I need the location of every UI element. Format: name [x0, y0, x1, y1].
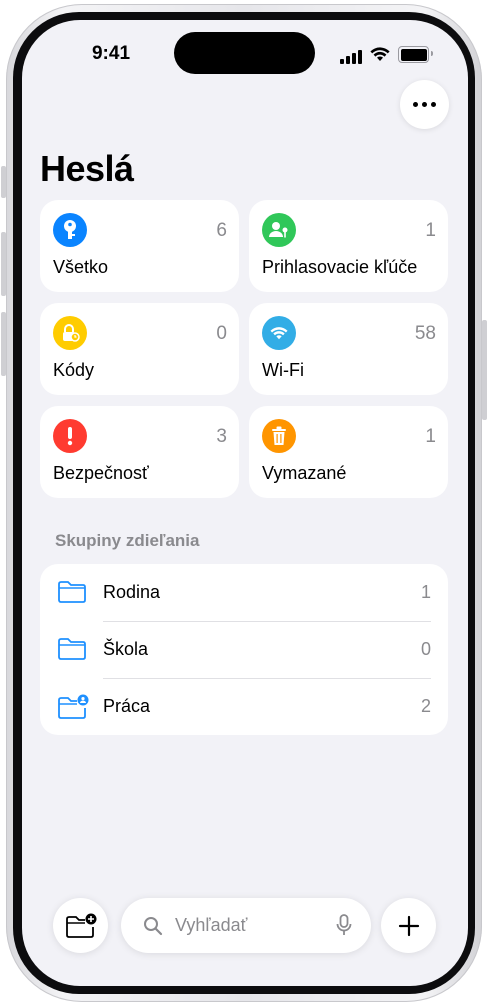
wifi-icon — [262, 316, 296, 350]
category-label: Všetko — [53, 257, 109, 277]
category-card-deleted[interactable]: 1 Vymazané — [249, 406, 448, 498]
wifi-status-icon — [370, 47, 390, 61]
trash-icon — [262, 419, 296, 453]
magnifier-icon — [144, 917, 163, 936]
category-count: 0 — [216, 323, 227, 344]
screen: 9:41 Heslá 6 Všetko 1 Prihlasovacie kľúč… — [22, 20, 468, 986]
group-count: 2 — [420, 696, 431, 716]
group-row-rodina[interactable]: Rodina 1 — [40, 564, 448, 621]
folder-icon — [58, 638, 86, 660]
group-row-skola[interactable]: Škola 0 — [40, 621, 448, 678]
folder-icon — [58, 581, 86, 603]
category-label: Prihlasovacie kľúče — [262, 257, 418, 277]
exclamation-icon — [53, 419, 87, 453]
category-card-security[interactable]: 3 Bezpečnosť — [40, 406, 239, 498]
new-group-button[interactable] — [53, 898, 108, 953]
category-card-wifi[interactable]: 58 Wi-Fi — [249, 303, 448, 395]
status-time: 9:41 — [91, 43, 131, 64]
folder-person-icon — [58, 694, 89, 719]
key-icon — [53, 213, 87, 247]
more-options-button[interactable] — [400, 80, 449, 129]
category-count: 58 — [414, 323, 436, 344]
section-header-shared-groups: Skupiny zdieľania — [55, 531, 200, 550]
side-button-left-3 — [1, 312, 6, 376]
group-name: Práca — [103, 696, 151, 716]
passkey-person-icon — [262, 213, 296, 247]
search-placeholder: Vyhľadať — [175, 915, 248, 935]
dynamic-island — [174, 32, 315, 74]
lock-clock-icon — [53, 316, 87, 350]
category-label: Kódy — [53, 360, 95, 380]
plus-icon — [398, 915, 419, 936]
group-name: Škola — [103, 639, 149, 659]
side-button-left — [1, 166, 6, 198]
group-count: 0 — [420, 639, 431, 659]
group-row-praca[interactable]: Práca 2 — [40, 678, 448, 735]
category-label: Vymazané — [262, 463, 347, 483]
side-button-left-2 — [1, 232, 6, 296]
ellipsis-icon — [413, 102, 418, 107]
category-label: Wi-Fi — [262, 360, 304, 380]
group-count: 1 — [420, 582, 431, 602]
category-count: 3 — [216, 426, 227, 447]
folder-plus-icon — [65, 913, 96, 938]
category-card-all[interactable]: 6 Všetko — [40, 200, 239, 292]
category-label: Bezpečnosť — [53, 463, 149, 483]
search-field[interactable]: Vyhľadať — [121, 898, 371, 953]
category-count: 6 — [216, 220, 227, 241]
category-card-passkeys[interactable]: 1 Prihlasovacie kľúče — [249, 200, 448, 292]
category-count: 1 — [425, 426, 436, 447]
battery-icon — [398, 46, 433, 63]
category-count: 1 — [425, 220, 436, 241]
add-button[interactable] — [381, 898, 436, 953]
page-title: Heslá — [40, 148, 134, 189]
side-button-right — [482, 320, 487, 420]
shared-groups-list: Rodina 1 Škola 0 Práca 2 — [40, 564, 448, 735]
group-name: Rodina — [103, 582, 161, 602]
microphone-icon[interactable] — [336, 914, 352, 936]
category-card-codes[interactable]: 0 Kódy — [40, 303, 239, 395]
cellular-signal-icon — [340, 50, 364, 64]
